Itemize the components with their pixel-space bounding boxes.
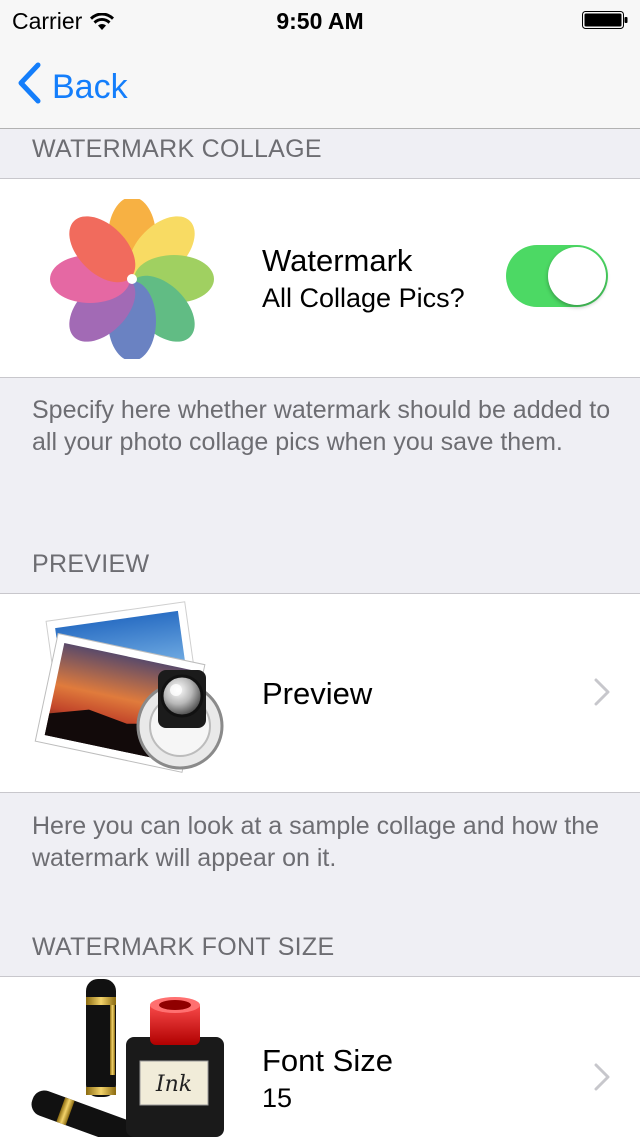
navigation-bar: Back [0,40,640,129]
chevron-right-icon [594,1063,610,1096]
back-label: Back [52,68,128,106]
ink-label: Ink [155,1072,192,1097]
watermark-toggle[interactable] [506,245,608,307]
watermark-collage-footer: Specify here whether watermark should be… [32,396,611,456]
preview-footer: Here you can look at a sample collage an… [32,812,600,872]
ink-pen-icon: Ink [30,977,240,1146]
preview-photos-loupe-icon [30,598,240,795]
back-button[interactable]: Back [16,62,128,113]
clock: 9:50 AM [276,8,364,34]
section-header-font-size: WATERMARK FONT SIZE [32,933,335,961]
preview-title: Preview [262,676,373,711]
watermark-title: Watermark [262,243,413,278]
toggle-knob [548,247,606,305]
watermark-subtitle: All Collage Pics? [262,283,465,313]
chevron-right-icon [594,678,610,711]
font-size-title: Font Size [262,1043,393,1078]
section-header-preview: PREVIEW [32,550,150,578]
battery-icon [582,11,628,29]
preview-cell[interactable]: Preview [0,593,640,793]
font-size-cell[interactable]: Ink Font Size 15 [0,976,640,1146]
section-header-watermark-collage: WATERMARK COLLAGE [32,135,322,163]
status-bar: Carrier 9:50 AM [0,0,640,40]
font-size-value: 15 [262,1083,293,1113]
chevron-left-icon [16,62,42,113]
watermark-collage-cell: Watermark All Collage Pics? [0,178,640,378]
photos-flower-icon [50,197,214,364]
